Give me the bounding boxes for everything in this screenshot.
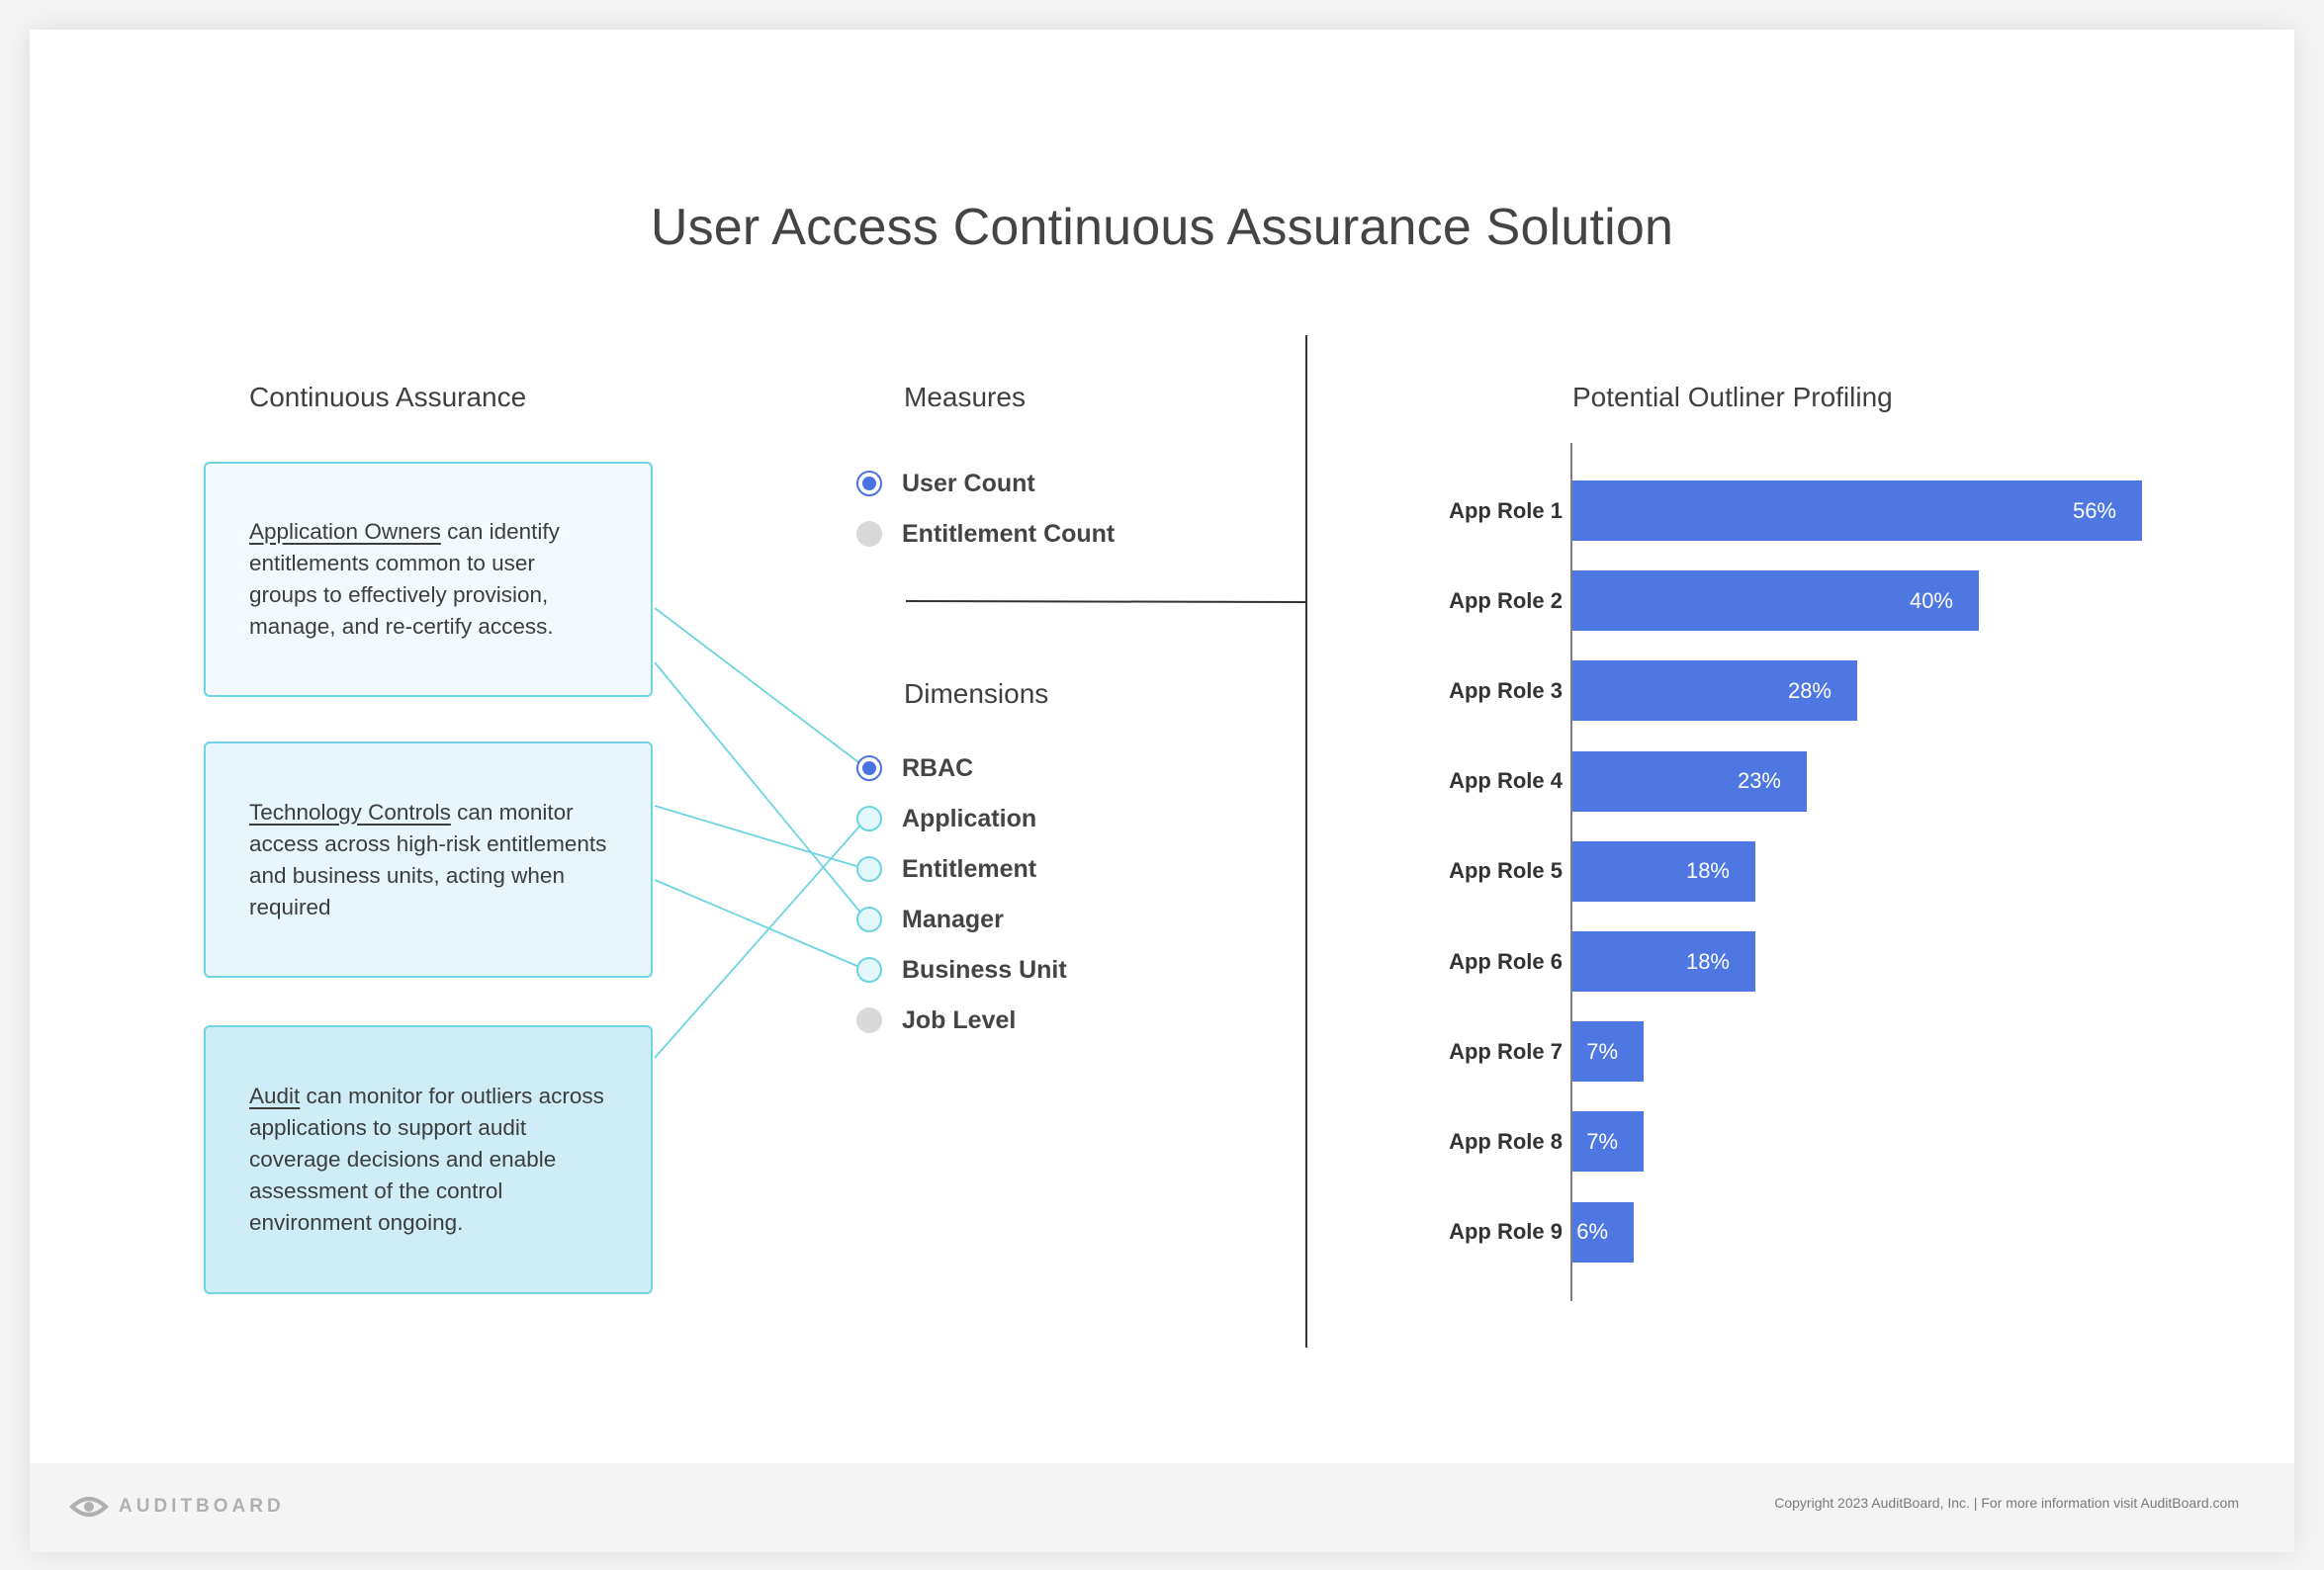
option-label: User Count <box>902 469 1035 497</box>
audit-text: Audit can monitor for outliers across ap… <box>249 1081 607 1239</box>
bar-app-role-9: 6% <box>1572 1201 1634 1263</box>
connector-tech-entitlement <box>654 805 867 870</box>
bar-value-label: 40% <box>1909 587 1953 613</box>
option-job-level[interactable]: Job Level <box>856 1003 1016 1038</box>
category-label: App Role 9 <box>1449 1219 1563 1245</box>
bar-value-label: 7% <box>1586 1038 1618 1064</box>
audit-box: Audit can monitor for outliers across ap… <box>204 1025 653 1294</box>
connector-tech-businessunit <box>654 879 867 971</box>
connector-audit-application <box>654 818 867 1059</box>
auditboard-logo: AUDITBOARD <box>69 1487 285 1526</box>
footer: AUDITBOARD Copyright 2023 AuditBoard, In… <box>30 1463 2294 1552</box>
application-owners-link: Application Owners <box>249 519 441 544</box>
infographic-card: User Access Continuous Assurance Solutio… <box>30 30 2294 1552</box>
option-label: Manager <box>902 905 1004 933</box>
option-business-unit[interactable]: Business Unit <box>856 952 1067 988</box>
bar-app-role-4: 23% <box>1572 750 1807 812</box>
bar-value-label: 23% <box>1737 768 1781 794</box>
application-owners-box: Application Owners can identify entitlem… <box>204 462 653 697</box>
bar-value-label: 7% <box>1586 1128 1618 1154</box>
category-label: App Role 4 <box>1449 768 1563 794</box>
continuous-assurance-heading: Continuous Assurance <box>249 382 527 412</box>
option-application[interactable]: Application <box>856 801 1036 836</box>
bar-app-role-8: 7% <box>1572 1111 1644 1173</box>
application-owners-text: Application Owners can identify entitlem… <box>249 516 607 643</box>
bar-app-role-5: 18% <box>1572 840 1755 902</box>
connector-appowners-manager <box>654 661 867 920</box>
bar-app-role-6: 18% <box>1572 931 1755 992</box>
option-label: Application <box>902 804 1037 832</box>
bar-value-label: 18% <box>1685 948 1730 974</box>
bar-app-role-7: 7% <box>1572 1021 1644 1083</box>
category-label: App Role 8 <box>1449 1128 1563 1154</box>
option-entitlement[interactable]: Entitlement <box>856 851 1036 887</box>
measures-divider <box>905 600 1307 603</box>
radio-user-count[interactable] <box>856 471 882 496</box>
option-manager[interactable]: Manager <box>856 902 1004 937</box>
technology-controls-link: Technology Controls <box>249 799 451 825</box>
bar-app-role-1: 56% <box>1572 480 2142 541</box>
audit-link: Audit <box>249 1084 301 1108</box>
option-label: Job Level <box>902 1005 1017 1034</box>
radio-manager[interactable] <box>856 907 882 932</box>
category-label: App Role 5 <box>1449 858 1563 884</box>
option-label: Entitlement <box>902 854 1037 883</box>
radio-business-unit[interactable] <box>856 957 882 983</box>
bar-value-label: 28% <box>1787 677 1832 703</box>
bar-value-label: 56% <box>2072 497 2116 523</box>
bar-app-role-2: 40% <box>1572 570 1979 632</box>
chart-title: Potential Outliner Profiling <box>1572 382 1893 412</box>
radio-job-level[interactable] <box>856 1007 882 1033</box>
option-label: Entitlement Count <box>902 519 1116 548</box>
technology-controls-box: Technology Controls can monitor access a… <box>204 741 653 978</box>
option-rbac[interactable]: RBAC <box>856 750 973 786</box>
technology-controls-text: Technology Controls can monitor access a… <box>249 797 607 923</box>
category-label: App Role 6 <box>1449 948 1563 974</box>
brand-name: AUDITBOARD <box>119 1496 285 1517</box>
category-label: App Role 7 <box>1449 1038 1563 1064</box>
category-label: App Role 3 <box>1449 677 1563 703</box>
bar-app-role-3: 28% <box>1572 660 1857 722</box>
radio-rbac[interactable] <box>856 755 882 781</box>
radio-application[interactable] <box>856 806 882 831</box>
category-label: App Role 2 <box>1449 587 1563 613</box>
option-user-count[interactable]: User Count <box>856 466 1035 501</box>
option-label: Business Unit <box>902 955 1067 984</box>
copyright-text: Copyright 2023 AuditBoard, Inc. | For mo… <box>1774 1495 2239 1511</box>
radio-entitlement-count[interactable] <box>856 521 882 547</box>
bar-value-label: 18% <box>1685 858 1730 884</box>
auditboard-eye-icon <box>69 1497 109 1517</box>
option-entitlement-count[interactable]: Entitlement Count <box>856 516 1115 552</box>
radio-entitlement[interactable] <box>856 856 882 882</box>
audit-description: can monitor for outliers across applicat… <box>249 1084 604 1235</box>
bar-value-label: 6% <box>1576 1219 1608 1245</box>
category-label: App Role 1 <box>1449 497 1563 523</box>
measures-heading: Measures <box>904 382 1026 412</box>
connector-appowners-rbac <box>654 607 867 769</box>
dimensions-heading: Dimensions <box>904 678 1049 709</box>
option-label: RBAC <box>902 753 974 782</box>
